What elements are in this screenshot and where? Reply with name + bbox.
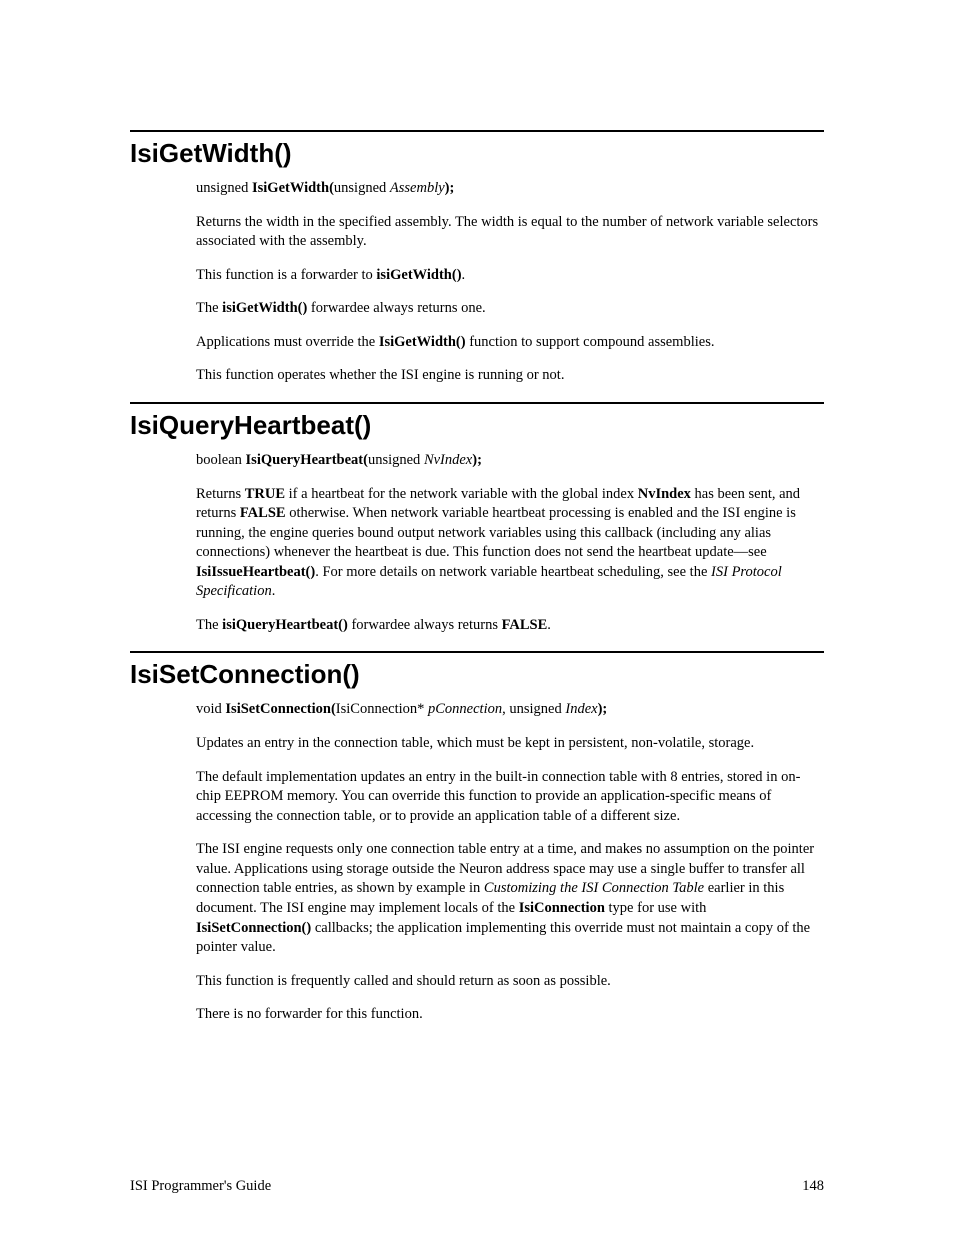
- signature-line: void IsiSetConnection(IsiConnection* pCo…: [196, 700, 824, 720]
- section-isiqueryheartbeat: IsiQueryHeartbeat() boolean IsiQueryHear…: [130, 402, 824, 636]
- body-isigetwidth: unsigned IsiGetWidth(unsigned Assembly);…: [196, 179, 824, 386]
- para: The isiQueryHeartbeat() forwardee always…: [196, 616, 824, 636]
- signature-line: boolean IsiQueryHeartbeat(unsigned NvInd…: [196, 451, 824, 471]
- para: Updates an entry in the connection table…: [196, 734, 824, 754]
- heading-isisetconnection: IsiSetConnection(): [130, 651, 824, 690]
- para: This function operates whether the ISI e…: [196, 366, 824, 386]
- para: The ISI engine requests only one connect…: [196, 840, 824, 957]
- section-isisetconnection: IsiSetConnection() void IsiSetConnection…: [130, 651, 824, 1024]
- para: The default implementation updates an en…: [196, 768, 824, 827]
- para: Applications must override the IsiGetWid…: [196, 333, 824, 353]
- para: Returns the width in the specified assem…: [196, 213, 824, 252]
- para: The isiGetWidth() forwardee always retur…: [196, 299, 824, 319]
- para: This function is a forwarder to isiGetWi…: [196, 266, 824, 286]
- heading-isiqueryheartbeat: IsiQueryHeartbeat(): [130, 402, 824, 441]
- page-footer: ISI Programmer's Guide 148: [130, 1178, 824, 1195]
- signature-line: unsigned IsiGetWidth(unsigned Assembly);: [196, 179, 824, 199]
- heading-isigetwidth: IsiGetWidth(): [130, 130, 824, 169]
- section-isigetwidth: IsiGetWidth() unsigned IsiGetWidth(unsig…: [130, 130, 824, 386]
- para: There is no forwarder for this function.: [196, 1005, 824, 1025]
- para: This function is frequently called and s…: [196, 972, 824, 992]
- body-isisetconnection: void IsiSetConnection(IsiConnection* pCo…: [196, 700, 824, 1024]
- footer-page-number: 148: [802, 1178, 824, 1195]
- footer-title: ISI Programmer's Guide: [130, 1178, 271, 1195]
- body-isiqueryheartbeat: boolean IsiQueryHeartbeat(unsigned NvInd…: [196, 451, 824, 636]
- para: Returns TRUE if a heartbeat for the netw…: [196, 485, 824, 602]
- page-container: IsiGetWidth() unsigned IsiGetWidth(unsig…: [0, 0, 954, 1025]
